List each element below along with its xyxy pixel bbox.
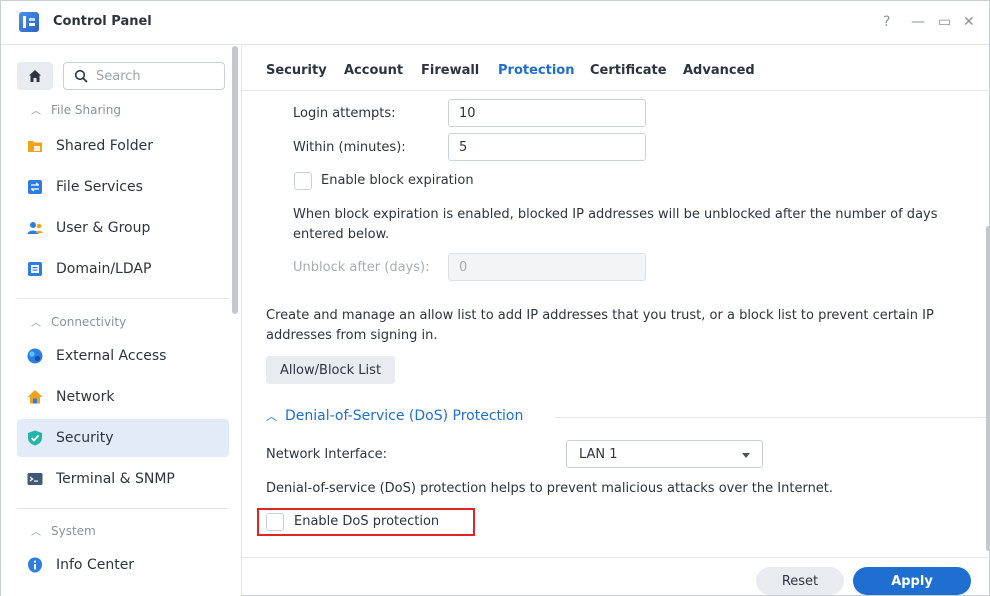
file-services-icon [28, 180, 42, 194]
unblock-after-label: Unblock after (days): [293, 260, 430, 275]
home-button[interactable] [17, 62, 53, 90]
apply-button[interactable]: Apply [853, 567, 971, 595]
sidebar-item-user-group[interactable]: User & Group [17, 209, 229, 247]
chevron-up-icon: ︿ [31, 318, 41, 329]
dos-description: Denial-of-service (DoS) protection helps… [266, 481, 834, 496]
protection-content: Login attempts: Within (minutes): Enable… [243, 91, 988, 557]
sidebar-item-terminal-snmp[interactable]: Terminal & SNMP [17, 460, 229, 498]
tab-certificate[interactable]: Certificate [590, 63, 667, 78]
sidebar-item-file-services[interactable]: File Services [17, 168, 229, 206]
search-input[interactable] [96, 67, 218, 85]
sidebar-divider [17, 508, 229, 509]
section-divider [555, 417, 988, 418]
group-header-file-sharing[interactable]: ︿ File Sharing [31, 102, 121, 117]
sidebar-item-info-center[interactable]: Info Center [17, 546, 229, 584]
chevron-up-icon: ︿ [266, 410, 277, 423]
group-header-system[interactable]: ︿ System [31, 523, 96, 538]
external-access-icon [27, 348, 43, 364]
block-expiration-label: Enable block expiration [321, 173, 474, 188]
chevron-up-icon: ︿ [31, 106, 41, 117]
help-button[interactable]: ? [883, 14, 890, 30]
network-interface-value: LAN 1 [579, 447, 618, 462]
domain-ldap-icon [28, 262, 42, 276]
sidebar-item-network[interactable]: Network [17, 378, 229, 416]
tab-security[interactable]: Security [266, 63, 327, 78]
caret-down-icon [742, 453, 750, 458]
minimize-button[interactable]: — [911, 14, 925, 30]
dos-section-header[interactable]: ︿ Denial-of-Service (DoS) Protection [266, 408, 523, 424]
sidebar-scrollbar[interactable] [232, 46, 238, 314]
security-shield-icon [28, 430, 42, 446]
sidebar-item-shared-folder[interactable]: Shared Folder [17, 127, 229, 165]
group-header-connectivity[interactable]: ︿ Connectivity [31, 314, 126, 329]
user-group-icon [27, 222, 43, 234]
network-interface-select[interactable]: LAN 1 [566, 440, 763, 468]
footer-divider [242, 557, 990, 558]
allow-block-list-button[interactable]: Allow/Block List [266, 356, 395, 384]
terminal-icon [27, 473, 43, 485]
home-icon [29, 70, 41, 82]
within-minutes-label: Within (minutes): [293, 140, 406, 155]
block-expiration-checkbox[interactable] [294, 172, 312, 190]
close-button[interactable]: ✕ [963, 14, 975, 30]
main-scrollbar[interactable] [986, 226, 990, 551]
block-expiration-description: When block expiration is enabled, blocke… [293, 207, 938, 242]
sidebar: ︿File Sharing Shared Folder File Service… [1, 46, 242, 596]
maximize-button[interactable]: ▭ [938, 14, 951, 30]
within-minutes-input[interactable] [448, 133, 646, 161]
login-attempts-label: Login attempts: [293, 106, 396, 121]
control-panel-window: Control Panel ? — ▭ ✕ ︿File Sharing [0, 0, 990, 596]
sidebar-item-security[interactable]: Security [17, 419, 229, 457]
search-box[interactable] [63, 62, 225, 90]
network-interface-label: Network Interface: [266, 447, 387, 462]
allow-block-list-description: Create and manage an allow list to add I… [266, 308, 934, 343]
tab-advanced[interactable]: Advanced [683, 63, 755, 78]
tab-firewall[interactable]: Firewall [421, 63, 479, 78]
control-panel-app-icon [19, 12, 39, 32]
shared-folder-icon [28, 141, 42, 152]
enable-dos-checkbox[interactable] [266, 513, 284, 531]
tab-account[interactable]: Account [344, 63, 403, 78]
network-house-icon [27, 390, 43, 404]
reset-button[interactable]: Reset [756, 567, 844, 595]
chevron-up-icon: ︿ [31, 527, 41, 538]
enable-dos-label: Enable DoS protection [294, 514, 440, 529]
login-attempts-input[interactable] [448, 99, 646, 127]
sidebar-item-external-access[interactable]: External Access [17, 337, 229, 375]
info-center-icon [28, 557, 42, 573]
title-bar: Control Panel ? — ▭ ✕ [1, 1, 989, 45]
sidebar-item-domain-ldap[interactable]: Domain/LDAP [17, 250, 229, 288]
tab-protection[interactable]: Protection [498, 63, 574, 78]
search-icon [74, 69, 88, 83]
window-title: Control Panel [53, 14, 152, 29]
sidebar-divider [17, 298, 229, 299]
unblock-after-input[interactable] [448, 253, 646, 281]
